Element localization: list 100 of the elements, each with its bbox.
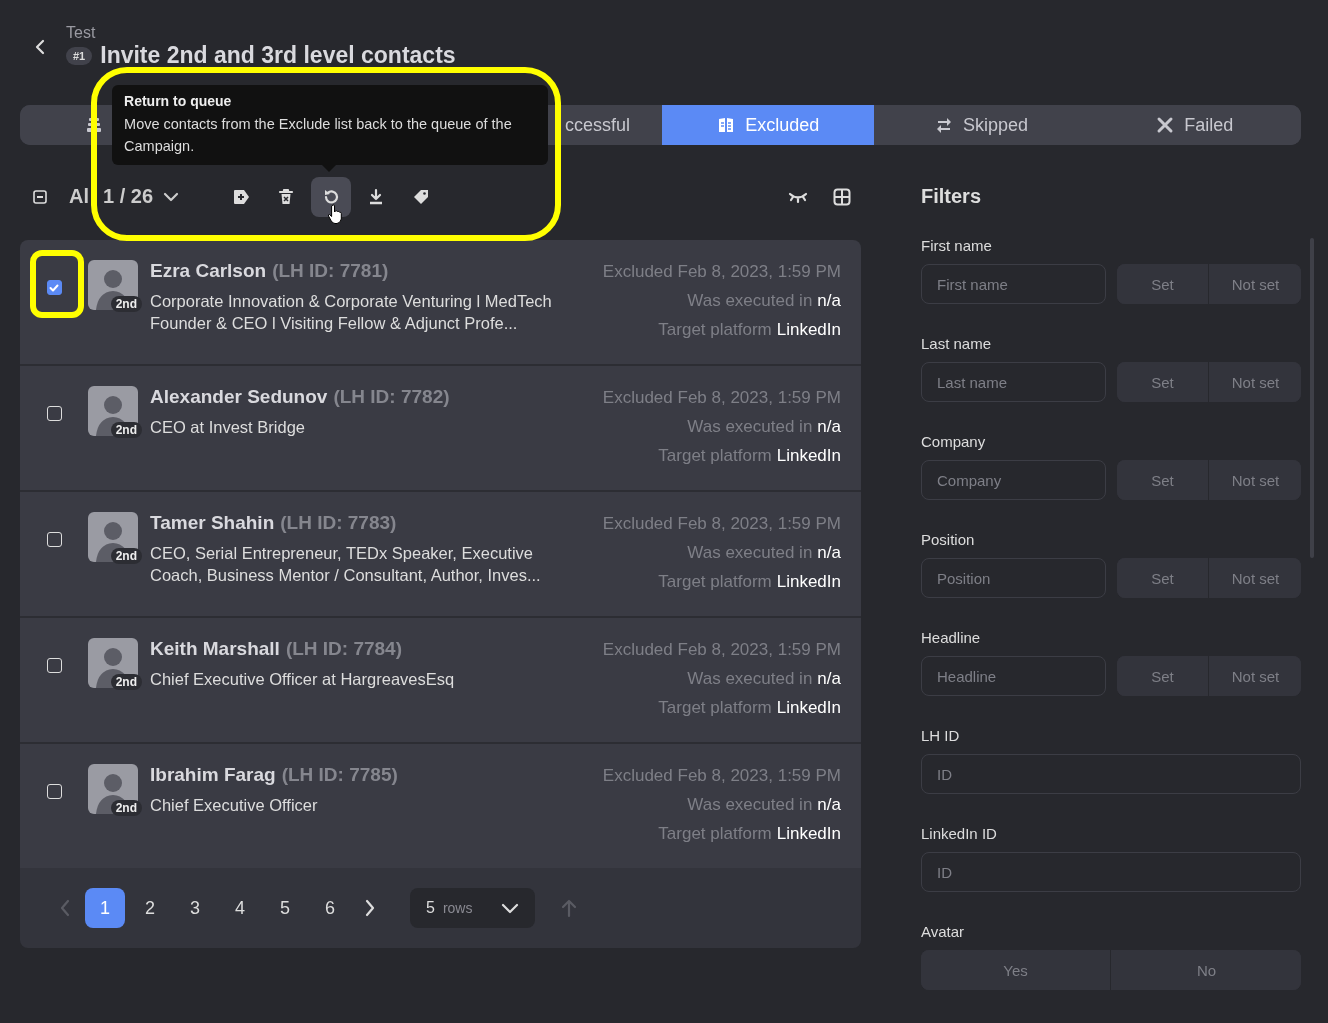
row-checkbox[interactable]: [46, 280, 62, 295]
page-button[interactable]: 1: [85, 888, 125, 928]
degree-badge: 2nd: [110, 422, 142, 438]
page-button[interactable]: 6: [310, 888, 350, 928]
filter-label: Avatar: [921, 923, 966, 940]
lh-id: (LH ID: 7784): [285, 638, 402, 660]
page-button[interactable]: 4: [220, 888, 260, 928]
contact-name: Keith Marshall: [150, 638, 280, 660]
contact-name: Tamer Shahin: [150, 512, 275, 534]
tooltip-text: Move contacts from the Exclude list back to the queue of the Campaign.: [124, 114, 513, 156]
page-button[interactable]: 2: [130, 888, 170, 928]
set-button[interactable]: Set: [1117, 264, 1209, 304]
filter-label: Last name: [921, 335, 993, 352]
contact-row[interactable]: 2nd Keith Marshall (LH ID: 7784) Chief Executive Officer at HargreavesEsq Excluded Feb 8, 2023, 1:59 PM Was executed in n/a Target platform LinkedIn: [20, 618, 861, 744]
page-title: Invite 2nd and 3rd level contacts: [100, 42, 456, 69]
filters-heading: Filters: [921, 184, 983, 209]
filter-label: Headline: [921, 629, 982, 646]
page-button[interactable]: 5: [265, 888, 305, 928]
executed-label: Was executed in: [687, 543, 813, 563]
columns-button[interactable]: [833, 187, 851, 206]
refresh-icon: [322, 187, 341, 206]
degree-badge: 2nd: [110, 296, 142, 312]
excluded-date: Excluded Feb 8, 2023, 1:59 PM: [602, 640, 841, 660]
contact-name: Alexander Sedunov: [150, 386, 328, 408]
chevron-left-icon: [34, 39, 46, 55]
trash-icon: [277, 187, 296, 206]
contact-headline: CEO at Invest Bridge: [150, 417, 306, 438]
hand-cursor-icon: [327, 203, 344, 225]
filter-label: Company: [921, 433, 987, 450]
avatar-silhouette-icon: [88, 638, 138, 688]
set-button[interactable]: Set: [1117, 656, 1209, 696]
avatar-silhouette-icon: [88, 386, 138, 436]
filter-input-field[interactable]: ID: [921, 754, 1301, 794]
filter-label: Position: [921, 531, 976, 548]
filter-input-field[interactable]: Last name: [921, 362, 1106, 402]
number-badge: #1: [66, 46, 93, 65]
filter-input-field[interactable]: Headline: [921, 656, 1106, 696]
grid-icon: [833, 187, 851, 206]
degree-badge: 2nd: [110, 674, 142, 690]
tag-plus-icon: [232, 187, 251, 206]
executed-value: n/a: [817, 669, 841, 689]
filter-input-field[interactable]: Position: [921, 558, 1106, 598]
platform-label: Target platform: [658, 446, 772, 466]
tag-icon: [412, 187, 431, 206]
select-all-checkbox[interactable]: [33, 189, 47, 204]
set-button[interactable]: Set: [1117, 558, 1209, 598]
tooltip-title: Return to queue: [124, 92, 233, 109]
platform-value: LinkedIn: [776, 698, 841, 718]
back-button[interactable]: [34, 39, 46, 55]
lh-id: (LH ID: 7782): [333, 386, 450, 408]
option-button[interactable]: Yes: [921, 950, 1111, 990]
filter-input-field[interactable]: First name: [921, 264, 1106, 304]
lh-id: (LH ID: 7785): [281, 764, 398, 786]
rows-per-page-dropdown[interactable]: 5 rows: [410, 888, 535, 928]
lh-id: (LH ID: 7781): [272, 260, 389, 282]
executed-value: n/a: [817, 543, 841, 563]
executed-label: Was executed in: [687, 669, 813, 689]
filter-label: LH ID: [921, 727, 961, 744]
contact-row[interactable]: 2nd Alexander Sedunov (LH ID: 7782) CEO at Invest Bridge Excluded Feb 8, 2023, 1:59 PM Was executed in n/a Target platform LinkedIn: [20, 366, 861, 492]
selection-label: Al: [69, 185, 89, 208]
tab[interactable]: Excluded: [662, 105, 875, 145]
excluded-date: Excluded Feb 8, 2023, 1:59 PM: [602, 388, 841, 408]
platform-label: Target platform: [658, 824, 772, 844]
chevron-left-icon: [59, 899, 71, 917]
executed-label: Was executed in: [687, 417, 813, 437]
set-button[interactable]: Set: [1117, 460, 1209, 500]
filter-input-field[interactable]: ID: [921, 852, 1301, 892]
contact-name: Ibrahim Farag: [150, 764, 276, 786]
platform-value: LinkedIn: [776, 320, 841, 340]
arrow-up-icon: [560, 898, 578, 918]
executed-value: n/a: [817, 795, 841, 815]
set-button[interactable]: Set: [1117, 362, 1209, 402]
contact-headline: Chief Executive Officer at HargreavesEsq: [150, 669, 456, 690]
excluded-date: Excluded Feb 8, 2023, 1:59 PM: [602, 262, 841, 282]
close-icon: [1156, 116, 1175, 134]
campaign-subtitle: Test: [66, 24, 97, 42]
executed-label: Was executed in: [687, 795, 813, 815]
avatar-silhouette-icon: [88, 512, 138, 562]
contact-row[interactable]: 2nd Ibrahim Farag (LH ID: 7785) Chief Executive Officer Excluded Feb 8, 2023, 1:59 PM Was executed in n/a Target platform LinkedIn: [20, 744, 861, 868]
selection-dropdown[interactable]: 1 / 26: [103, 185, 180, 208]
excluded-date: Excluded Feb 8, 2023, 1:59 PM: [602, 766, 841, 786]
lh-id: (LH ID: 7783): [280, 512, 397, 534]
avatar-silhouette-icon: [88, 764, 138, 814]
excluded-date: Excluded Feb 8, 2023, 1:59 PM: [602, 514, 841, 534]
platform-label: Target platform: [658, 320, 772, 340]
contact-name: Ezra Carlson: [150, 260, 267, 282]
list-icon: [717, 116, 736, 134]
filter-label: First name: [921, 237, 993, 254]
platform-value: LinkedIn: [776, 824, 841, 844]
platform-value: LinkedIn: [776, 446, 841, 466]
executed-value: n/a: [817, 417, 841, 437]
platform-value: LinkedIn: [776, 572, 841, 592]
filter-label: LinkedIn ID: [921, 825, 998, 842]
degree-badge: 2nd: [110, 800, 142, 816]
contact-headline: CEO, Serial Entrepreneur, TEDx Speaker, Executive Coach, Business Mentor / Consultant, Author, Inves...: [150, 543, 542, 586]
platform-label: Target platform: [658, 698, 772, 718]
filter-input-field[interactable]: Company: [921, 460, 1106, 500]
stack-icon: [85, 116, 103, 134]
page-button[interactable]: 3: [175, 888, 215, 928]
executed-value: n/a: [817, 291, 841, 311]
